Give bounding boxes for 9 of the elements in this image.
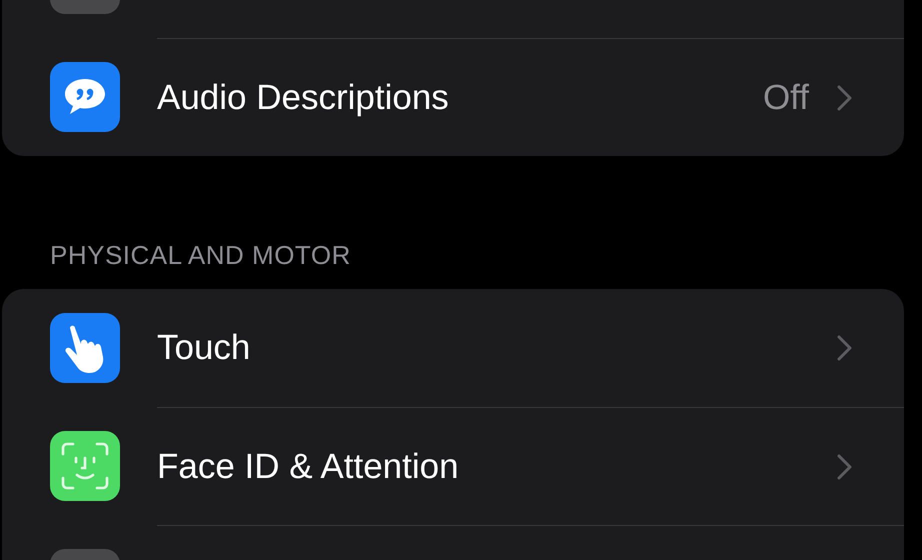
- chevron-icon: [837, 84, 852, 110]
- chevron-icon: [837, 454, 852, 480]
- section-header: PHYSICAL AND MOTOR: [50, 240, 351, 270]
- chevron-icon: [837, 335, 852, 361]
- setting-label[interactable]: Face ID & Attention: [157, 446, 837, 486]
- setting-label[interactable]: Touch: [157, 328, 837, 368]
- setting-label[interactable]: Audio Descriptions: [157, 78, 763, 118]
- face-id-icon: [59, 440, 111, 492]
- setting-value: Off: [762, 78, 809, 118]
